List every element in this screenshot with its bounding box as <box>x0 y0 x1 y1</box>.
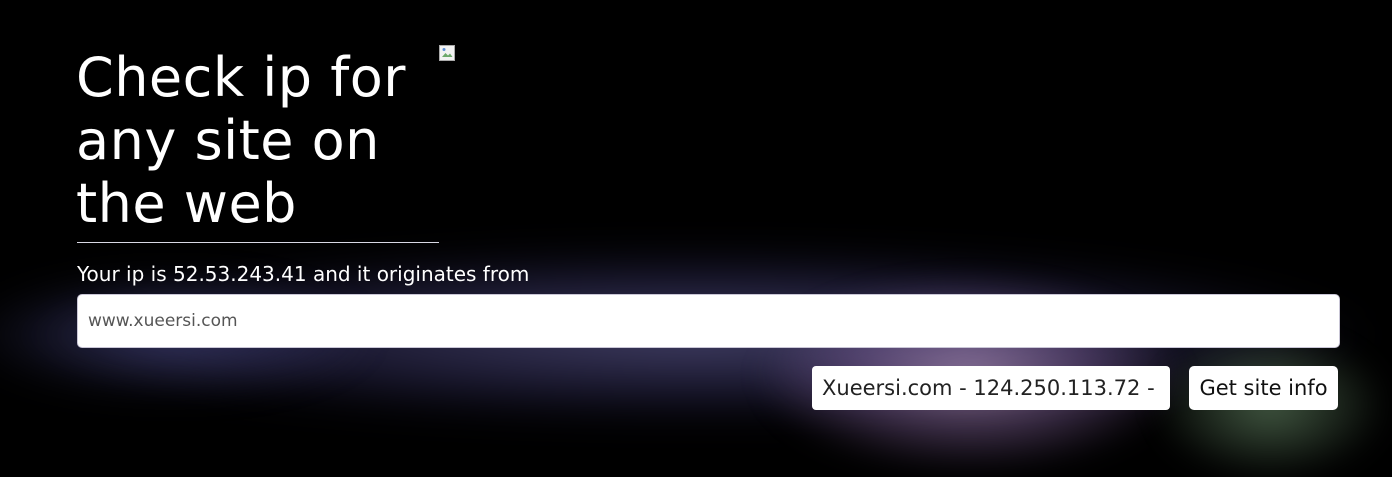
site-result-box: Xueersi.com - 124.250.113.72 - <box>812 366 1170 410</box>
get-site-info-button[interactable]: Get site info <box>1189 366 1338 410</box>
title-divider <box>77 242 439 243</box>
site-search-input[interactable] <box>77 294 1340 348</box>
page: Check ip for any site on the web Your ip… <box>0 0 1392 477</box>
page-title: Check ip for any site on the web <box>76 46 406 235</box>
visitor-ip-text: Your ip is 52.53.243.41 and it originate… <box>77 262 530 286</box>
broken-image-icon <box>439 45 455 61</box>
